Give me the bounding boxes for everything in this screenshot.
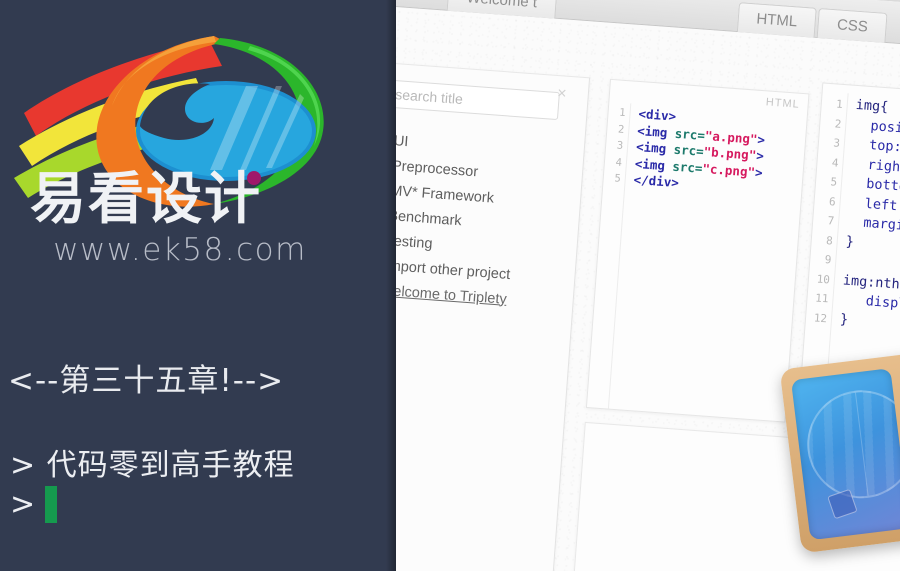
line-number: 10 [816, 272, 831, 286]
html-editor-panel: HTML 1 2 3 4 5 <div> <img src="a.png"> <… [585, 78, 810, 423]
line-number: 12 [813, 310, 828, 325]
line-number: 2 [834, 116, 842, 131]
prompt-symbol: > [10, 487, 36, 522]
code-token-tag: > [755, 147, 765, 164]
code-token-tag: <img [635, 139, 675, 157]
code-line: } [839, 310, 900, 338]
tree-item-label: MV* Framework [389, 182, 495, 207]
line-number: 11 [814, 291, 829, 306]
line-number: 4 [615, 156, 623, 169]
line-number: 1 [835, 97, 844, 111]
code-token-property: right: [867, 156, 900, 176]
line-number: 6 [828, 194, 837, 209]
html-panel-badge: HTML [765, 96, 801, 111]
code-token-tag: <img [636, 122, 676, 141]
card-pane-left [790, 368, 900, 541]
tutorial-title: > 代码零到高手教程 [10, 448, 295, 483]
preview-thumbnail-art: 5 [779, 341, 900, 554]
text-cursor [45, 486, 58, 523]
code-token-string: "b.png" [703, 144, 757, 163]
code-token-property: bottom: [865, 175, 900, 197]
chapter-title: <--第三十五章!--> [8, 363, 285, 399]
code-token-tag: > [756, 131, 766, 147]
globe-icon [801, 384, 900, 505]
close-icon[interactable]: × [553, 85, 570, 103]
logo-wordmark-svg: 易看设计 [30, 168, 262, 230]
prompt-line: > [10, 486, 58, 523]
tree-item-label: Preprocessor [391, 157, 479, 180]
code-token-string: "a.png" [704, 127, 759, 147]
line-number: 8 [825, 233, 834, 248]
code-token-property: left: [864, 195, 900, 215]
line-number: 2 [617, 123, 625, 136]
code-token-selector: } [839, 310, 849, 328]
code-token-property: display: [865, 293, 900, 314]
tree-item-label: Benchmark [387, 207, 463, 229]
line-number: 4 [831, 155, 839, 170]
html-code-lines: <div> <img src="a.png"> <img src="b.png"… [609, 103, 767, 418]
line-number: 3 [832, 136, 841, 150]
code-token-string: "c.png" [701, 160, 756, 180]
line-number: 9 [824, 253, 832, 267]
code-token-attr: src= [674, 125, 706, 143]
site-url-label: www.ek58.com [53, 232, 307, 268]
code-token-attr: src= [673, 141, 705, 160]
tree-item-label: Welcome to Triplety [379, 282, 508, 308]
code-token-tag: <img [634, 155, 674, 174]
line-number: 3 [616, 139, 624, 153]
line-number: 1 [618, 106, 627, 120]
code-token-attr: src= [671, 158, 704, 176]
search-placeholder: search title [394, 86, 464, 108]
line-number: 5 [830, 175, 838, 189]
code-token-selector: } [845, 233, 855, 250]
logo-wordmark: 易看设计 [30, 168, 330, 230]
code-token-property: top: [868, 137, 900, 156]
screenshot-root: Welcome t HTML CSS search title × UI Pre… [0, 0, 900, 571]
code-token-selector: img{ [855, 96, 889, 116]
branding-panel: 易看设计 www.ek58.com <--第三十五章!--> > 代码零到高手教… [0, 0, 396, 571]
code-token-property: margin: [862, 214, 900, 235]
line-number: 7 [827, 214, 835, 228]
code-token-tag: </div> [633, 172, 680, 191]
svg-text:易看设计: 易看设计 [30, 168, 262, 230]
code-token-tag: <div> [638, 106, 677, 124]
card-frame: 5 [779, 341, 900, 554]
line-number: 5 [613, 172, 622, 186]
code-token-tag: > [754, 164, 764, 181]
html-code-area[interactable]: 1 2 3 4 5 <div> <img src="a.png"> <img s… [586, 101, 807, 422]
